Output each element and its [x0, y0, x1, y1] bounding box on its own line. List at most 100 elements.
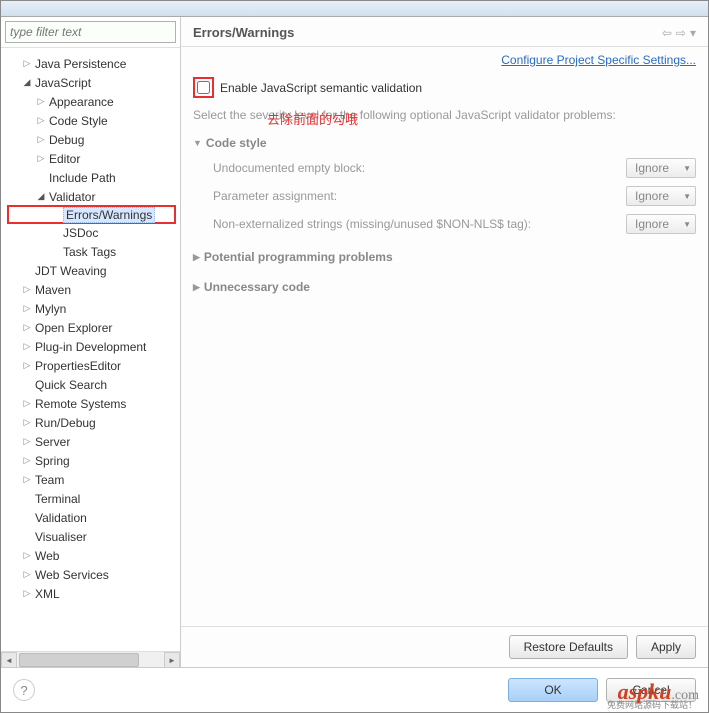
tree-item-label: JSDoc	[61, 226, 100, 240]
tree-item-label: PropertiesEditor	[33, 359, 123, 373]
tree-item[interactable]: ▷Run/Debug	[7, 413, 178, 432]
tree-item-label: Editor	[47, 152, 82, 166]
tree-item-label: Spring	[33, 454, 72, 468]
arrow-right-icon: ▷	[21, 455, 33, 466]
dropdown-icon[interactable]: ▾	[690, 26, 696, 40]
filter-input[interactable]	[5, 21, 176, 43]
severity-combo[interactable]: Ignore ▼	[626, 214, 696, 234]
option-label: Parameter assignment:	[213, 189, 337, 203]
apply-button[interactable]: Apply	[636, 635, 696, 659]
tree-item[interactable]: ▷Java Persistence	[7, 54, 178, 73]
tree-item[interactable]: Visualiser	[7, 527, 178, 546]
option-label: Undocumented empty block:	[213, 161, 365, 175]
cancel-button[interactable]: Cancel	[606, 678, 696, 702]
combo-value: Ignore	[635, 161, 669, 175]
tree-item[interactable]: ◢Validator	[7, 187, 178, 206]
arrow-right-icon: ▷	[21, 322, 33, 333]
arrow-right-icon: ▷	[21, 474, 33, 485]
forward-icon[interactable]: ⇨	[676, 26, 686, 40]
severity-combo[interactable]: Ignore▼	[626, 186, 696, 206]
potential-section-header[interactable]: ▶ Potential programming problems	[193, 246, 696, 268]
caret-down-icon: ▼	[683, 220, 691, 229]
tree-item[interactable]: ▷Debug	[7, 130, 178, 149]
tree-item[interactable]: ▷Editor	[7, 149, 178, 168]
horizontal-scrollbar[interactable]: ◄ ►	[1, 651, 180, 667]
annotation-box	[193, 77, 214, 98]
tree-item[interactable]: ▷Maven	[7, 280, 178, 299]
tree-item[interactable]: ▷Remote Systems	[7, 394, 178, 413]
tree-item[interactable]: ▷Spring	[7, 451, 178, 470]
page-title: Errors/Warnings	[193, 25, 294, 40]
preferences-tree[interactable]: ▷Java Persistence◢JavaScript▷Appearance▷…	[1, 48, 180, 651]
tree-item[interactable]: JDT Weaving	[7, 261, 178, 280]
tree-item[interactable]: Validation	[7, 508, 178, 527]
arrow-right-icon: ▷	[21, 417, 33, 428]
tree-item-label: JDT Weaving	[33, 264, 109, 278]
code-style-title: Code style	[206, 136, 267, 150]
option-label: Non-externalized strings (missing/unused…	[213, 217, 531, 231]
option-row: Undocumented empty block: Ignore▼	[193, 154, 696, 182]
combo-value: Ignore	[635, 189, 669, 203]
tree-item-label: Validation	[33, 511, 89, 525]
arrow-right-icon: ▷	[21, 360, 33, 371]
tree-item[interactable]: Terminal	[7, 489, 178, 508]
scroll-left-button[interactable]: ◄	[1, 652, 17, 667]
tree-item-label: Maven	[33, 283, 73, 297]
preferences-sidebar: ▷Java Persistence◢JavaScript▷Appearance▷…	[1, 17, 181, 667]
unnecessary-title: Unnecessary code	[204, 280, 310, 294]
unnecessary-section-header[interactable]: ▶ Unnecessary code	[193, 276, 696, 298]
tree-item-label: Code Style	[47, 114, 110, 128]
main-panel: Errors/Warnings ⇦ ⇨ ▾ Configure Project …	[181, 17, 708, 667]
tree-item-label: Open Explorer	[33, 321, 114, 335]
tree-item[interactable]: ▷XML	[7, 584, 178, 603]
tree-item[interactable]: ▷Web	[7, 546, 178, 565]
combo-value: Ignore	[635, 217, 669, 231]
tree-item[interactable]: ▷Open Explorer	[7, 318, 178, 337]
arrow-right-icon: ▷	[35, 134, 47, 145]
tree-item[interactable]: Task Tags	[7, 242, 178, 261]
tree-item-highlighted[interactable]: Errors/Warnings	[7, 205, 176, 224]
tree-item[interactable]: ▷Mylyn	[7, 299, 178, 318]
tree-item[interactable]: ▷Server	[7, 432, 178, 451]
ok-button[interactable]: OK	[508, 678, 598, 702]
tree-item[interactable]: ▷Team	[7, 470, 178, 489]
tree-item-label: Debug	[47, 133, 86, 147]
tree-item[interactable]: ▷Code Style	[7, 111, 178, 130]
tree-item[interactable]: ▷Web Services	[7, 565, 178, 584]
scroll-thumb[interactable]	[19, 653, 139, 667]
help-button[interactable]: ?	[13, 679, 35, 701]
back-icon[interactable]: ⇦	[662, 26, 672, 40]
tree-item-label: Web	[33, 549, 61, 563]
arrow-right-icon: ▷	[35, 96, 47, 107]
severity-combo[interactable]: Ignore▼	[626, 158, 696, 178]
tree-item[interactable]: ◢JavaScript	[7, 73, 178, 92]
tree-item-label: Server	[33, 435, 72, 449]
tree-item[interactable]: Include Path	[7, 168, 178, 187]
option-row: Non-externalized strings (missing/unused…	[193, 210, 696, 238]
enable-validation-checkbox[interactable]	[197, 81, 210, 94]
arrow-right-icon: ▷	[35, 115, 47, 126]
scroll-right-button[interactable]: ►	[164, 652, 180, 667]
restore-defaults-button[interactable]: Restore Defaults	[509, 635, 628, 659]
tree-item[interactable]: ▷PropertiesEditor	[7, 356, 178, 375]
tree-item-label: Errors/Warnings	[63, 207, 155, 223]
tree-item-label: Appearance	[47, 95, 116, 109]
tree-item-label: Web Services	[33, 568, 111, 582]
scroll-track[interactable]	[17, 652, 164, 667]
tree-item-label: Include Path	[47, 171, 118, 185]
twisty-right-icon: ▶	[193, 252, 200, 263]
tree-item-label: Quick Search	[33, 378, 109, 392]
tree-item[interactable]: JSDoc	[7, 223, 178, 242]
arrow-right-icon: ▷	[21, 550, 33, 561]
arrow-right-icon: ▷	[21, 569, 33, 580]
tree-item[interactable]: ▷Appearance	[7, 92, 178, 111]
tree-item-label: Plug-in Development	[33, 340, 148, 354]
tree-item-label: Team	[33, 473, 66, 487]
tree-item-label: Run/Debug	[33, 416, 98, 430]
tree-item-label: Mylyn	[33, 302, 68, 316]
arrow-right-icon: ▷	[21, 398, 33, 409]
configure-project-link[interactable]: Configure Project Specific Settings...	[501, 53, 696, 67]
tree-item[interactable]: Quick Search	[7, 375, 178, 394]
tree-item[interactable]: ▷Plug-in Development	[7, 337, 178, 356]
code-style-section-header[interactable]: ▼ Code style	[193, 132, 696, 154]
